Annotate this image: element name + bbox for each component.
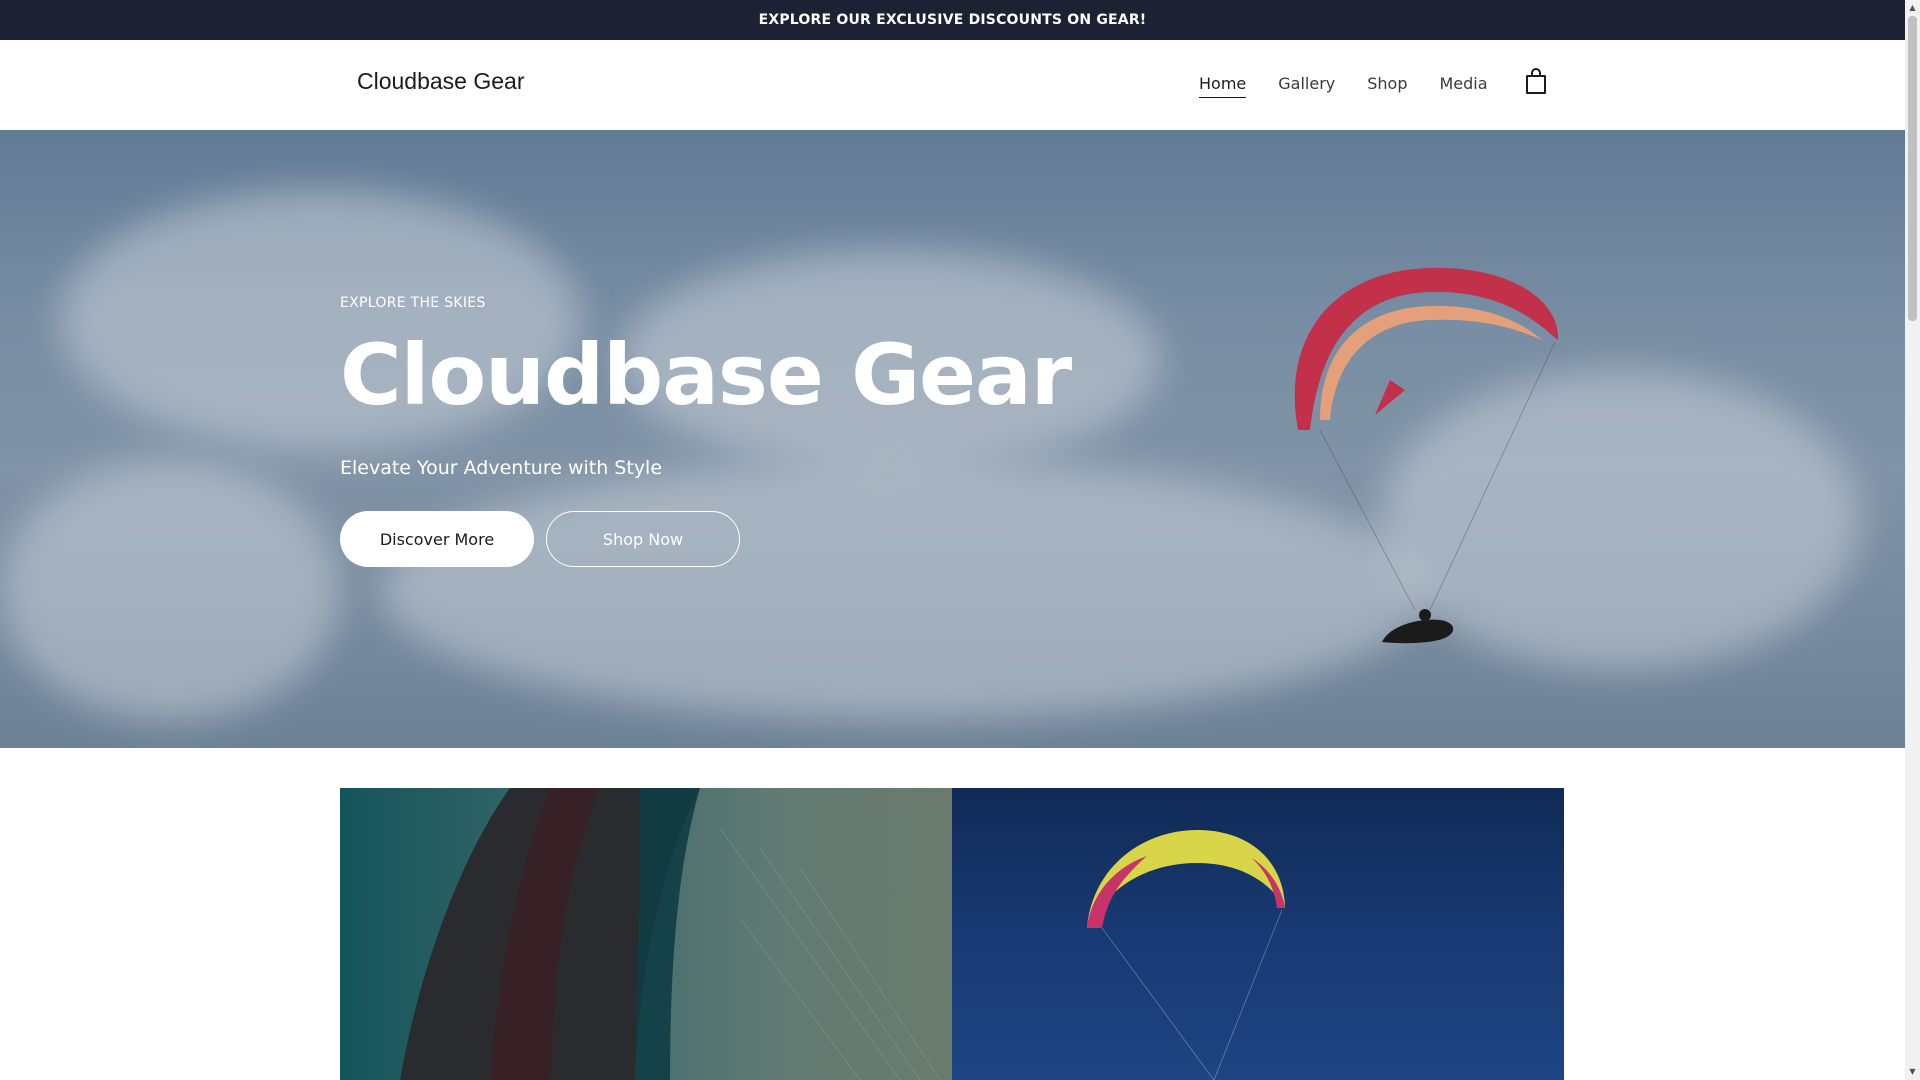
discover-more-button[interactable]: Discover More <box>340 511 534 567</box>
page: EXPLORE OUR EXCLUSIVE DISCOUNTS ON GEAR!… <box>0 0 1905 1080</box>
gallery-image-wing-closeup[interactable] <box>340 788 952 1080</box>
scroll-down-arrow-icon[interactable]: ▼ <box>1908 1067 1917 1077</box>
shopping-bag-icon[interactable] <box>1524 68 1548 96</box>
site-header: Cloudbase Gear Home Gallery Shop Media <box>0 40 1905 130</box>
gallery-image-paraglider[interactable] <box>952 788 1564 1080</box>
announcement-bar[interactable]: EXPLORE OUR EXCLUSIVE DISCOUNTS ON GEAR! <box>0 0 1905 40</box>
scrollbar-thumb[interactable] <box>1908 16 1917 321</box>
wing-closeup-art <box>400 788 941 1080</box>
hero-content: EXPLORE THE SKIES Cloudbase Gear Elevate… <box>340 295 1072 567</box>
hero-eyebrow: EXPLORE THE SKIES <box>340 295 486 311</box>
page-scrollbar[interactable]: ▲ ▼ <box>1905 0 1920 1080</box>
shop-now-button[interactable]: Shop Now <box>546 511 740 567</box>
main-nav: Home Gallery Shop Media <box>1199 74 1488 98</box>
hero-subtitle: Elevate Your Adventure with Style <box>340 457 663 479</box>
hero-title: Cloudbase Gear <box>340 326 1072 424</box>
hero-buttons: Discover More Shop Now <box>340 511 1071 567</box>
site-brand[interactable]: Cloudbase Gear <box>357 68 525 95</box>
nav-home[interactable]: Home <box>1199 74 1247 98</box>
hero-section: EXPLORE THE SKIES Cloudbase Gear Elevate… <box>0 130 1905 748</box>
scroll-up-arrow-icon[interactable]: ▲ <box>1908 3 1917 13</box>
nav-gallery[interactable]: Gallery <box>1278 74 1335 98</box>
nav-media[interactable]: Media <box>1439 74 1487 98</box>
announcement-text: EXPLORE OUR EXCLUSIVE DISCOUNTS ON GEAR! <box>758 12 1147 28</box>
paraglider-sky-art <box>1087 830 1285 1080</box>
nav-shop[interactable]: Shop <box>1367 74 1407 98</box>
paraglider-image <box>1294 267 1559 644</box>
